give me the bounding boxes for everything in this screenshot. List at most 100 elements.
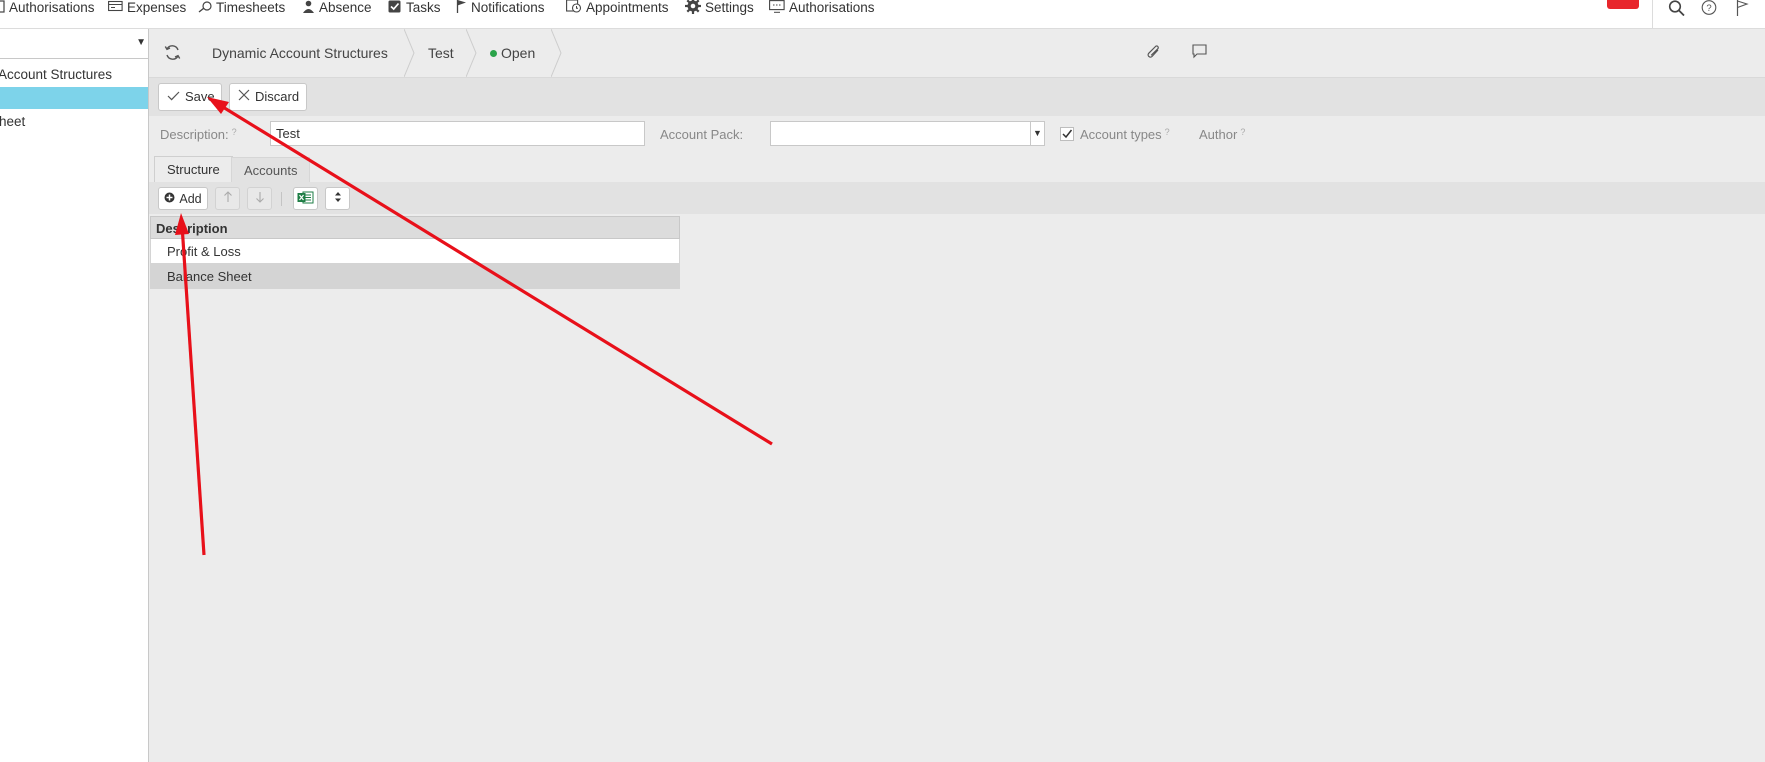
tab-label: Structure [167,162,220,177]
tab-accounts[interactable]: Accounts [231,157,311,182]
nav-item-settings[interactable]: Settings [685,0,754,16]
arrow-up-icon [223,191,233,206]
refresh-icon[interactable] [164,44,181,64]
nav-item-timesheets[interactable]: Timesheets [198,0,285,16]
table-cell: Profit & Loss [167,244,241,259]
timesheet-icon [198,0,212,17]
sidebar: ▼ Account Structures heet [0,29,149,762]
nav-item-authorisations[interactable]: Authorisations [0,0,95,16]
nav-item-expenses[interactable]: Expenses [108,0,186,16]
sidebar-item-balance-sheet[interactable]: heet [0,111,148,133]
save-button-label: Save [185,89,215,104]
breadcrumb-dynamic-account-structures[interactable]: Dynamic Account Structures [212,29,388,77]
sort-arrows-icon [334,191,342,206]
gear-icon [685,0,701,18]
plus-circle-icon [164,192,175,206]
nav-item-label: Expenses [127,0,187,15]
help-mark: ? [1240,127,1246,137]
record-toolbar: Save Discard [149,78,1765,116]
account-types-label: Account types? [1080,127,1170,142]
sidebar-item-account-structures[interactable]: Account Structures [0,64,148,86]
nav-item-label: Timesheets [216,0,286,15]
sidebar-item-label: heet [0,114,26,129]
help-mark: ? [1164,127,1170,137]
table-row[interactable]: Profit & Loss [150,239,680,264]
close-icon [238,83,250,111]
breadcrumb-separator [404,29,415,77]
notification-badge[interactable] [1607,0,1639,9]
discard-button-label: Discard [255,89,300,104]
tab-label: Accounts [244,163,298,178]
flag-icon[interactable] [1736,0,1749,16]
description-label: Description:? [160,127,237,142]
checkmark-icon [1062,129,1073,139]
nav-item-label: Notifications [471,0,545,15]
divider [1652,0,1653,28]
column-header-description[interactable]: Description [150,216,680,239]
top-navigation-bar: Authorisations Expenses Timesheets Absen… [0,0,1765,29]
flag-icon [456,0,467,17]
toolbar-divider [281,192,282,206]
sidebar-item-selected[interactable] [0,87,148,109]
chevron-down-icon: ▼ [1030,122,1044,145]
add-button-label: Add [179,191,202,206]
account-types-checkbox[interactable] [1060,127,1074,141]
paperclip-icon[interactable] [1146,44,1162,64]
comment-icon[interactable] [1192,44,1207,62]
status-badge: Open [490,29,535,77]
nav-item-notifications[interactable]: Notifications [456,0,545,16]
account-types-label-text: Account types [1080,127,1162,142]
account-pack-select[interactable]: ▼ [770,121,1045,146]
account-pack-label: Account Pack: [660,127,743,142]
sidebar-item-label: Account Structures [0,67,113,82]
credit-card-icon [108,0,123,16]
table-cell: Balance Sheet [167,269,252,284]
move-down-button[interactable] [247,187,272,210]
nav-item-label: Authorisations [789,0,875,15]
nav-item-label: Settings [705,0,754,15]
add-button[interactable]: Add [158,187,208,210]
account-pack-label-text: Account Pack: [660,127,744,142]
chevron-down-icon: ▼ [136,37,146,48]
calendar-clock-icon [566,0,582,17]
person-icon [302,0,315,17]
search-icon[interactable] [1668,0,1686,17]
description-label-text: Description: [160,127,229,142]
breadcrumb-separator [551,29,562,77]
nav-item-appointments[interactable]: Appointments [566,0,669,16]
breadcrumb-test[interactable]: Test [428,29,454,77]
nav-item-absence[interactable]: Absence [302,0,372,16]
description-input[interactable] [270,121,645,146]
author-label-text: Author [1199,127,1238,142]
nav-item-label: Absence [319,0,372,15]
author-label: Author? [1199,127,1245,142]
svg-text:?: ? [1706,3,1711,14]
nav-item-tasks[interactable]: Tasks [388,0,441,16]
excel-icon [297,191,314,207]
status-label: Open [501,45,536,61]
checkmark-icon [167,83,180,111]
nav-item-label: Authorisations [9,0,95,15]
record-header: Dynamic Account Structures Test Open [149,29,1765,78]
monitor-icon [769,0,785,17]
breadcrumb-separator [466,29,477,77]
export-excel-button[interactable] [293,187,318,210]
sort-button[interactable] [325,187,350,210]
help-icon[interactable]: ? [1701,0,1718,16]
grid-toolbar: Add [149,182,1765,214]
table-row[interactable]: Balance Sheet [150,264,680,289]
help-mark: ? [231,127,237,137]
tab-structure[interactable]: Structure [154,156,233,182]
nav-item-label: Tasks [406,0,441,15]
nav-item-label: Appointments [586,0,669,15]
arrow-down-icon [255,191,265,206]
save-button[interactable]: Save [158,83,222,111]
status-dot-icon [490,49,497,57]
checkbox-icon [388,0,402,17]
nav-item-authorisations-2[interactable]: Authorisations [769,0,875,16]
discard-button[interactable]: Discard [229,83,307,111]
structure-table: Description Profit & Loss Balance Sheet [150,216,680,289]
move-up-button[interactable] [215,187,240,210]
clipboard-icon [0,0,5,17]
sidebar-select[interactable]: ▼ [0,29,148,59]
